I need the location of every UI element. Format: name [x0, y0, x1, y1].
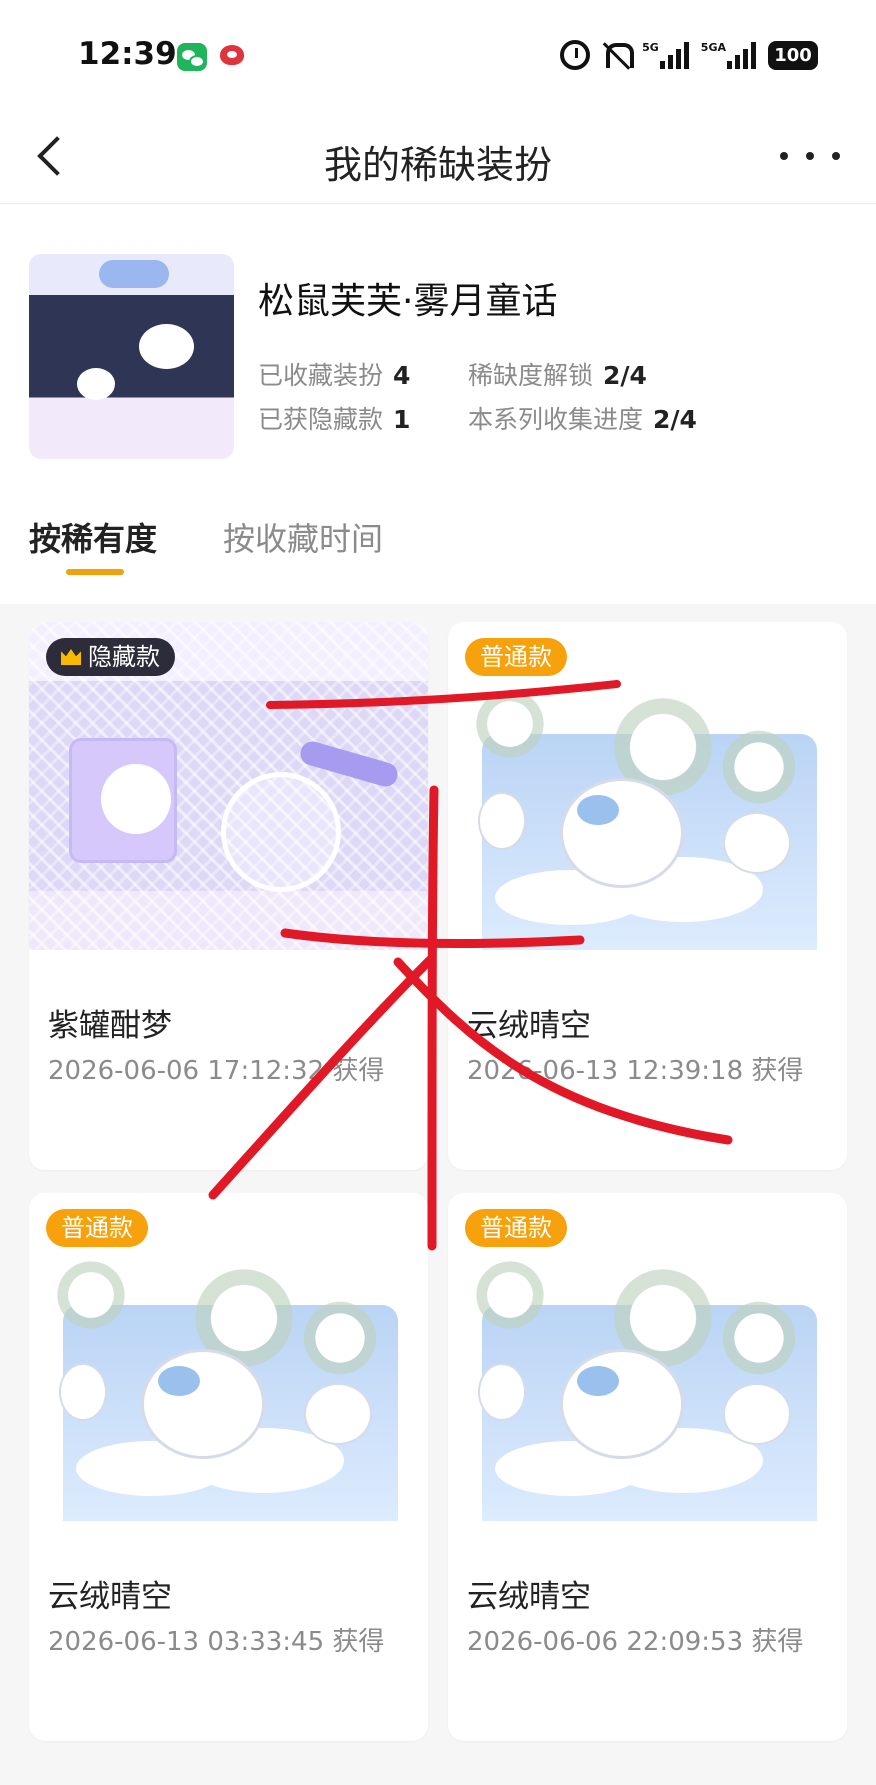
dandelion-illustration — [718, 1297, 800, 1379]
dandelion-illustration — [472, 686, 548, 762]
outfit-card[interactable]: 普通款 云绒晴空 2026-06-13 03:33:45 获得 — [29, 1193, 428, 1741]
outfit-name: 云绒晴空 — [467, 1579, 591, 1615]
dandelion-illustration — [472, 1257, 548, 1333]
cat-illustration — [141, 1349, 265, 1459]
outfit-acquired-time: 2026-06-13 12:39:18 获得 — [467, 1056, 804, 1086]
signal-icon: 5GA — [701, 41, 756, 69]
signal-icon: 5G — [642, 41, 689, 69]
more-button[interactable] — [780, 138, 840, 174]
cat-illustration — [560, 1349, 684, 1459]
rare-outfits-page: 12:39 5G 5GA 100 我的稀缺装扮 松鼠芙芙·雾月童话 已收藏装扮 … — [0, 0, 876, 1785]
outfit-image: 普通款 — [29, 1193, 428, 1521]
normal-badge: 普通款 — [465, 1209, 567, 1247]
bunny-illustration — [101, 764, 171, 834]
outfit-card[interactable]: 普通款 云绒晴空 2026-06-06 22:09:53 获得 — [448, 1193, 847, 1741]
cat-illustration — [304, 1383, 372, 1445]
cat-illustration — [723, 812, 791, 874]
cat-illustration — [478, 792, 526, 850]
battery-icon: 100 — [768, 40, 818, 70]
status-time: 12:39 — [78, 36, 177, 72]
collected-stat: 已收藏装扮 4 — [258, 361, 411, 390]
outfit-name: 云绒晴空 — [467, 1008, 591, 1044]
signal-5ga-label: 5GA — [700, 41, 726, 54]
outfit-image: 普通款 — [448, 622, 847, 950]
alarm-icon — [560, 40, 591, 70]
outfit-acquired-time: 2026-06-06 17:12:32 获得 — [48, 1056, 385, 1086]
collection-title: 松鼠芙芙·雾月童话 — [258, 281, 558, 322]
hidden-badge: 隐藏款 — [46, 638, 175, 676]
sort-tabs: 按稀有度 按收藏时间 — [0, 494, 876, 604]
cat-illustration — [560, 778, 684, 888]
status-bar: 12:39 5G 5GA 100 — [0, 0, 876, 110]
crown-icon — [61, 649, 81, 665]
status-icons: 5G 5GA 100 — [560, 40, 818, 70]
collection-cover-image — [29, 254, 234, 459]
outfit-acquired-time: 2026-06-06 22:09:53 获得 — [467, 1627, 804, 1657]
outfit-card[interactable]: 普通款 云绒晴空 2026-06-13 12:39:18 获得 — [448, 622, 847, 1170]
cat-illustration — [478, 1363, 526, 1421]
tab-by-rarity[interactable]: 按稀有度 — [29, 514, 157, 560]
outfit-acquired-time: 2026-06-13 03:33:45 获得 — [48, 1627, 385, 1657]
page-title: 我的稀缺装扮 — [323, 143, 552, 187]
dandelion-illustration — [299, 1297, 381, 1379]
more-icon — [806, 152, 814, 160]
bell-off-icon — [602, 40, 635, 70]
wechat-icon — [177, 43, 207, 71]
normal-badge: 普通款 — [46, 1209, 148, 1247]
cat-illustration — [59, 1363, 107, 1421]
rarity-unlock-stat: 稀缺度解锁 2/4 — [468, 361, 647, 390]
active-tab-indicator — [66, 569, 124, 575]
cat-illustration — [723, 1383, 791, 1445]
outfit-image: 隐藏款 — [29, 622, 428, 950]
dandelion-illustration — [718, 726, 800, 808]
more-icon — [780, 152, 788, 160]
outfit-name: 云绒晴空 — [48, 1579, 172, 1615]
outfit-image: 普通款 — [448, 1193, 847, 1521]
dandelion-illustration — [53, 1257, 129, 1333]
collection-progress-stat: 本系列收集进度 2/4 — [468, 405, 697, 434]
cover-character — [139, 324, 194, 369]
jar-illustration — [221, 772, 341, 892]
signal-5g-label: 5G — [642, 41, 659, 54]
weibo-icon — [220, 45, 244, 65]
more-icon — [832, 152, 840, 160]
outfit-name: 紫罐酣梦 — [48, 1008, 172, 1044]
cover-character — [77, 368, 115, 400]
page-header: 我的稀缺装扮 — [0, 110, 876, 204]
cover-logo — [99, 260, 169, 288]
hidden-stat: 已获隐藏款 1 — [258, 405, 411, 434]
red-vertical-stroke — [427, 785, 439, 1251]
outfit-card[interactable]: 隐藏款 紫罐酣梦 2026-06-06 17:12:32 获得 — [29, 622, 428, 1170]
normal-badge: 普通款 — [465, 638, 567, 676]
tab-by-collection-time[interactable]: 按收藏时间 — [223, 514, 383, 560]
collection-summary: 松鼠芙芙·雾月童话 已收藏装扮 4 稀缺度解锁 2/4 已获隐藏款 1 本系列收集进度… — [0, 204, 876, 494]
